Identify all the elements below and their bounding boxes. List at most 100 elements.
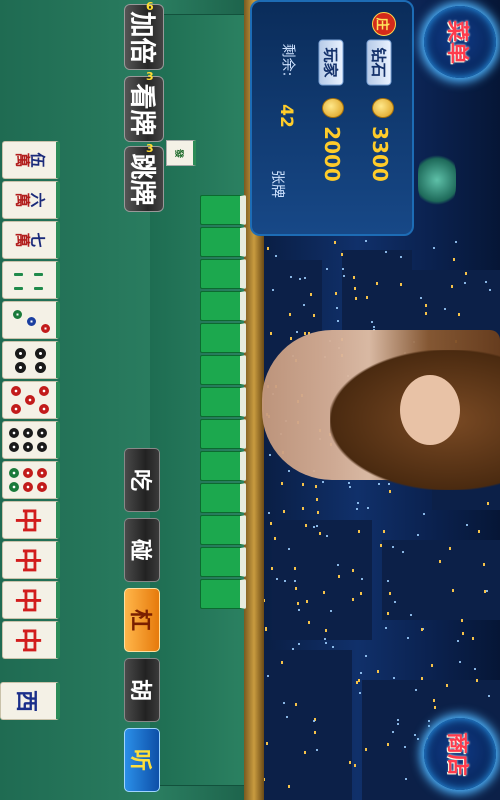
window-light [288,470,290,472]
window-light [428,720,430,722]
hand-tile[interactable]: 中 [2,501,60,539]
dot-pip [25,395,35,405]
window-light [485,281,487,283]
chi-button[interactable]: 吃 [124,448,160,512]
dot-pip [23,468,33,478]
tile-back [200,323,246,353]
diamond-value: 3300 [367,126,392,182]
hand-tile[interactable]: 中 [2,581,60,619]
dot-pip [9,482,19,492]
window-light [355,297,357,300]
window-light [434,706,436,709]
player-value: 2000 [319,126,344,182]
window-light [357,502,359,504]
hand-tile[interactable] [2,301,60,339]
window-light [421,677,423,680]
window-light [290,276,292,278]
window-light [446,684,448,687]
window-light [423,513,425,515]
window-light [431,664,433,667]
hand-tile[interactable] [2,261,60,299]
window-light [284,580,286,582]
window-light [302,483,304,486]
hand-tile[interactable]: 六萬 [2,181,60,219]
peng-button[interactable]: 碰 [124,518,160,582]
dealer-badge: 庄 [372,12,396,36]
window-light [288,785,290,788]
window-light [393,677,395,679]
menu-button[interactable]: 菜单 [424,6,496,78]
view-tiles-count: 3 [146,70,154,83]
window-light [316,749,318,751]
shop-button[interactable]: 商店 [424,718,496,790]
window-light [486,590,488,592]
window-light [365,655,367,657]
dot-pip [35,362,46,373]
hand-tile[interactable]: 中 [2,621,60,659]
hand-tile[interactable] [2,341,60,379]
dot-pip [15,362,26,373]
building [272,520,372,640]
window-light [366,296,368,299]
window-light [405,778,407,780]
skip-tile-label: 跳牌 [126,152,157,206]
hand-tile[interactable] [2,421,60,459]
drawn-tile[interactable]: 西 [0,682,60,720]
window-light [421,628,423,631]
hand-tile[interactable] [2,381,60,419]
hand-tile[interactable]: 七萬 [2,221,60,259]
hand-tile[interactable]: 伍萬 [2,141,60,179]
building [262,650,352,800]
window-light [352,598,354,601]
tile-glyph: 中 [11,506,42,534]
window-light [302,507,304,510]
window-light [389,490,391,493]
window-light [472,637,474,640]
window-light [389,592,391,595]
gang-button[interactable]: 杠 [124,588,160,652]
tile-glyph: 中 [11,546,42,574]
tile-back [200,259,246,289]
window-light [377,670,379,673]
dot-pip [37,482,47,492]
dot-pip [39,386,49,396]
coin-icon [322,98,344,118]
window-light [474,668,476,670]
tile-suit: 萬 [13,192,32,208]
window-light [316,525,318,527]
double-button-label: 加倍 [126,10,157,64]
window-light [444,308,446,310]
tile-back [200,387,246,417]
window-light [483,563,485,566]
window-light [367,507,369,509]
dot-pip [35,348,46,359]
window-light [325,642,327,644]
ting-button[interactable]: 听 [124,728,160,792]
skip-tile-button[interactable]: 跳牌 [124,146,164,212]
window-light [281,661,283,664]
window-light [313,314,315,317]
view-tiles-button[interactable]: 看牌 [124,76,164,142]
hand-tile[interactable]: 中 [2,541,60,579]
window-light [315,485,317,488]
ting-label: 听 [126,748,152,772]
dot-pip [41,324,50,333]
window-light [457,640,459,642]
dot-pip [23,442,33,452]
hand-tile[interactable] [2,461,60,499]
window-light [488,695,490,697]
hu-button[interactable]: 胡 [124,658,160,722]
window-light [484,590,486,593]
peng-label: 碰 [126,538,152,562]
remaining-count: 42 [275,104,296,128]
window-light [487,502,489,505]
tile-number: 七 [28,232,47,248]
window-light [319,532,321,535]
window-light [353,276,355,279]
window-light [292,648,294,650]
double-button[interactable]: 加倍 [124,4,164,70]
dot-pip [27,317,36,326]
bamboo-stick [34,287,43,290]
tile-back [200,419,246,449]
window-light [365,748,367,751]
